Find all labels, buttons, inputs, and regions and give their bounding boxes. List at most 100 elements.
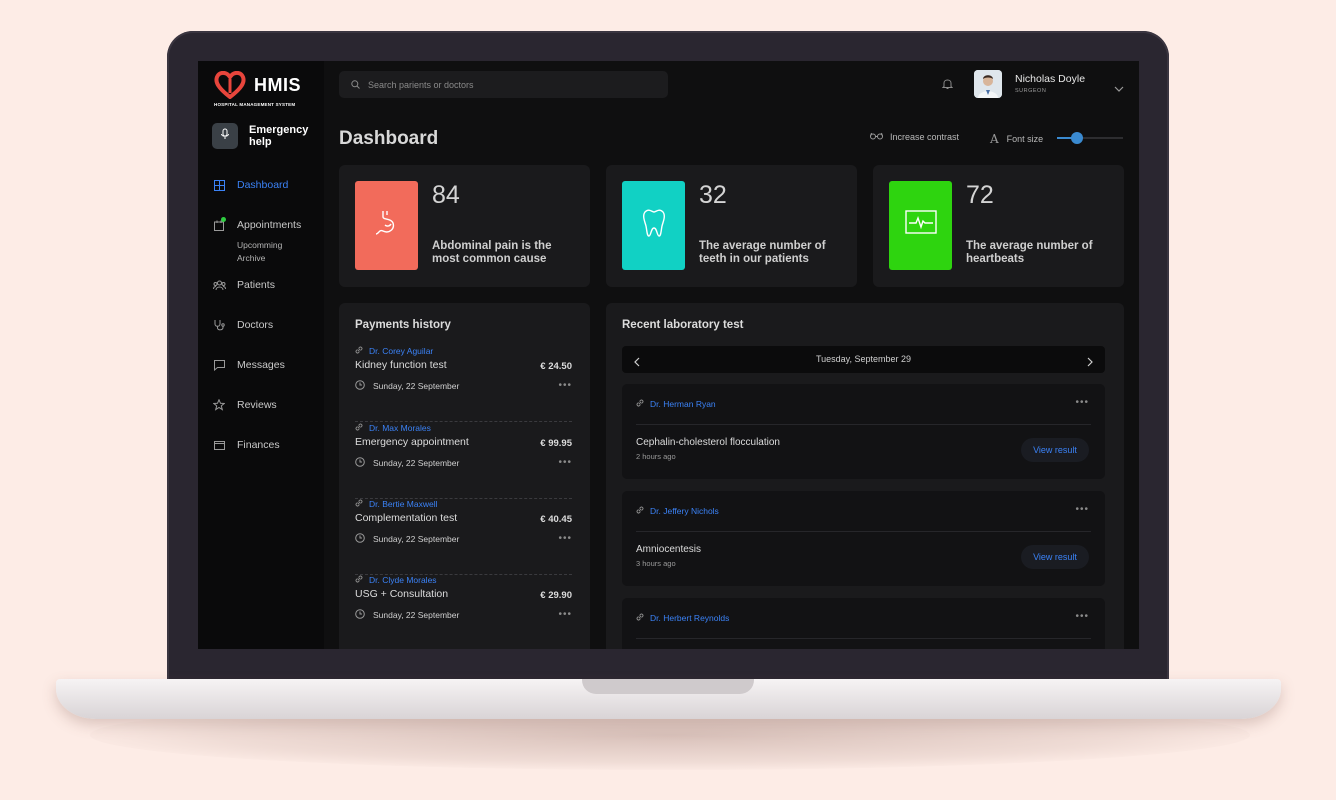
- doctor-name: Dr. Herbert Reynolds: [650, 613, 730, 623]
- stat-card-abdominal: 84 Abdominal pain is the most common cau…: [339, 165, 590, 287]
- wallet-icon: [212, 438, 226, 452]
- sidebar-item-doctors[interactable]: Doctors: [212, 317, 324, 333]
- message-icon: [212, 358, 226, 372]
- search-input[interactable]: [368, 79, 648, 90]
- heart-logo-icon: [214, 71, 246, 99]
- doctor-link[interactable]: Dr. Max Morales: [355, 423, 431, 433]
- date-text: Sunday, 22 September: [373, 381, 460, 391]
- tooth-icon: [641, 208, 667, 243]
- more-options-button[interactable]: •••: [1075, 611, 1089, 622]
- search-icon: [351, 76, 360, 94]
- link-icon: [355, 423, 369, 433]
- payment-row[interactable]: Dr. Clyde Morales USG + Consultation € 2…: [355, 575, 572, 649]
- sidebar-item-dashboard[interactable]: Dashboard: [212, 177, 324, 193]
- sidebar-item-label: Dashboard: [237, 179, 289, 191]
- more-options-button[interactable]: •••: [558, 380, 572, 391]
- slider-knob[interactable]: [1070, 132, 1083, 144]
- more-options-button[interactable]: •••: [558, 457, 572, 468]
- page-title: Dashboard: [339, 128, 439, 149]
- sidebar-item-messages[interactable]: Messages: [212, 357, 324, 373]
- search-bar[interactable]: [339, 71, 668, 98]
- link-icon: [636, 613, 650, 623]
- payment-date: Sunday, 22 September: [355, 457, 459, 469]
- grid-icon: [212, 178, 226, 192]
- more-options-button[interactable]: •••: [558, 533, 572, 544]
- divider: [636, 424, 1091, 425]
- payment-service: Emergency appointment: [355, 436, 469, 448]
- lab-test-name: Amniocentesis: [636, 544, 702, 555]
- chevron-right-icon[interactable]: [1087, 354, 1093, 372]
- avatar[interactable]: [974, 70, 1002, 98]
- laptop-notch: [582, 679, 754, 694]
- calendar-icon: [212, 217, 226, 232]
- date-text: Sunday, 22 September: [373, 458, 460, 468]
- stat-icon-box: [622, 181, 685, 270]
- sidebar-item-label: Finances: [237, 439, 280, 451]
- payment-date: Sunday, 22 September: [355, 380, 459, 392]
- logo[interactable]: HMIS HOSPITAL MANAGEMENT SYSTEM: [214, 71, 301, 107]
- stat-text: Abdominal pain is the most common cause: [432, 240, 552, 265]
- sidebar-item-label: Appointments: [237, 219, 302, 231]
- sidebar-subitem-archive[interactable]: Archive: [237, 252, 324, 265]
- payment-row[interactable]: Dr. Bertie Maxwell Complementation test …: [355, 499, 572, 575]
- sidebar-subitem-upcoming[interactable]: Upcomming: [237, 239, 324, 252]
- stat-value: 84: [432, 181, 460, 209]
- stethoscope-icon: [212, 318, 226, 332]
- chevron-down-icon[interactable]: [1114, 79, 1124, 97]
- doctor-name: Dr. Herman Ryan: [650, 399, 716, 409]
- date-text: Sunday, 22 September: [373, 610, 460, 620]
- lab-tests-panel: Recent laboratory test Tuesday, Septembe…: [606, 303, 1124, 649]
- view-result-button[interactable]: View result: [1021, 545, 1089, 569]
- app-screen: HMIS HOSPITAL MANAGEMENT SYSTEM Emergenc…: [198, 61, 1139, 649]
- more-options-button[interactable]: •••: [1075, 397, 1089, 408]
- stat-text: The average number of teeth in our patie…: [699, 240, 826, 265]
- doctor-link[interactable]: Dr. Herbert Reynolds: [636, 613, 729, 623]
- payment-amount: € 29.90: [540, 590, 572, 601]
- microphone-icon: [219, 127, 231, 145]
- date-navigator: Tuesday, September 29: [622, 346, 1105, 373]
- more-options-button[interactable]: •••: [558, 609, 572, 620]
- contrast-label: Increase contrast: [890, 132, 960, 142]
- lab-test-time: 2 hours ago: [636, 452, 676, 461]
- clock-icon: [355, 609, 373, 621]
- doctor-link[interactable]: Dr. Clyde Morales: [355, 575, 437, 585]
- more-options-button[interactable]: •••: [1075, 504, 1089, 515]
- stomach-icon: [373, 209, 401, 242]
- doctor-name: Dr. Corey Aguilar: [369, 346, 434, 356]
- payment-row[interactable]: Dr. Corey Aguilar Kidney function test €…: [355, 346, 572, 422]
- sidebar-nav: Dashboard Appointments Upcomming Archive…: [212, 177, 324, 453]
- clock-icon: [355, 533, 373, 545]
- doctor-link[interactable]: Dr. Jeffery Nichols: [636, 506, 719, 516]
- emergency-button[interactable]: [212, 123, 238, 149]
- divider: [636, 638, 1091, 639]
- font-size-slider[interactable]: [1057, 132, 1123, 144]
- doctor-link[interactable]: Dr. Bertie Maxwell: [355, 499, 438, 509]
- link-icon: [355, 346, 369, 356]
- link-icon: [355, 499, 369, 509]
- link-icon: [355, 575, 369, 585]
- sidebar-item-appointments[interactable]: Appointments: [212, 217, 324, 233]
- date-text: Sunday, 22 September: [373, 534, 460, 544]
- clock-icon: [355, 380, 373, 392]
- sidebar-item-reviews[interactable]: Reviews: [212, 397, 324, 413]
- view-result-button[interactable]: View result: [1021, 438, 1089, 462]
- payment-row[interactable]: Dr. Max Morales Emergency appointment € …: [355, 423, 572, 499]
- doctor-link[interactable]: Dr. Corey Aguilar: [355, 346, 433, 356]
- lab-test-card: Dr. Herman Ryan ••• Cephalin-cholesterol…: [622, 384, 1105, 479]
- payment-date: Sunday, 22 September: [355, 609, 459, 621]
- sidebar-item-patients[interactable]: Patients: [212, 277, 324, 293]
- stat-card-teeth: 32 The average number of teeth in our pa…: [606, 165, 857, 287]
- increase-contrast-toggle[interactable]: Increase contrast: [870, 132, 959, 142]
- star-icon: [212, 398, 226, 412]
- doctor-link[interactable]: Dr. Herman Ryan: [636, 399, 716, 409]
- stat-icon-box: [355, 181, 418, 270]
- logo-subtitle: HOSPITAL MANAGEMENT SYSTEM: [214, 102, 296, 107]
- payments-panel: Payments history Dr. Corey Aguilar Kidne…: [339, 303, 590, 649]
- bell-icon[interactable]: [941, 77, 954, 95]
- user-role: SURGEON: [1015, 88, 1047, 94]
- emergency-help[interactable]: Emergency help: [212, 123, 313, 149]
- lab-test-card: Dr. Jeffery Nichols ••• Amniocentesis 3 …: [622, 491, 1105, 586]
- sidebar-item-finances[interactable]: Finances: [212, 437, 324, 453]
- lab-title: Recent laboratory test: [622, 319, 744, 331]
- font-size-control: A Font size: [990, 132, 1043, 146]
